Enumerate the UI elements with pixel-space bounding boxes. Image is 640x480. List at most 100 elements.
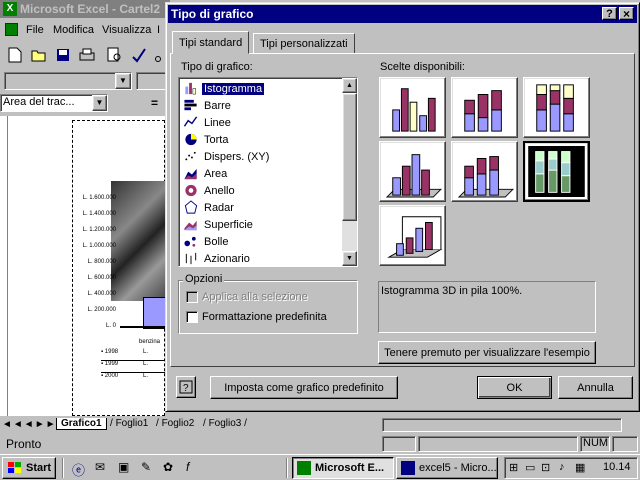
chart-type-item[interactable]: Superficie [181, 216, 343, 233]
save-icon[interactable] [52, 44, 74, 66]
tab-tipi-standard[interactable]: Tipi standard [172, 31, 250, 54]
chart-subtype-option[interactable] [379, 205, 446, 266]
ie-icon[interactable]: ⓔ [72, 460, 85, 479]
help-assistant-icon: ? [179, 380, 193, 394]
checkbox-box[interactable] [186, 311, 198, 323]
help-button[interactable]: ? [602, 7, 617, 20]
preview-button[interactable]: Tenere premuto per visualizzare l'esempi… [378, 341, 596, 364]
chart-type-item[interactable]: Dispers. (XY) [181, 148, 343, 165]
chart-type-list[interactable]: Istogramma Barre Linee Torta Dispers. (XY) Ar… [178, 77, 358, 267]
name-box[interactable]: Area del trac... ▼ [0, 94, 108, 112]
chart-subtype-preview [464, 90, 502, 132]
chart-subtype-option[interactable] [379, 141, 446, 202]
tray-display-icon[interactable]: ▦ [575, 461, 585, 474]
chart-subtype-preview [385, 154, 442, 198]
chart-type-item[interactable]: Area [181, 165, 343, 182]
chart-type-item[interactable]: Barre [181, 97, 343, 114]
chart-type-icon [185, 184, 197, 197]
sheet-tab-foglio1[interactable]: / Foglio1 [110, 418, 148, 429]
chevron-down-icon[interactable]: ▼ [92, 95, 107, 111]
desktop-icon[interactable]: ▣ [118, 460, 129, 474]
sheet-tab-grafico1[interactable]: Grafico1 [56, 418, 107, 430]
script-icon[interactable]: f [186, 460, 189, 474]
ok-button[interactable]: OK [477, 376, 552, 399]
subtype-description: Istogramma 3D in pila 100%. [378, 281, 596, 333]
tray-app-icon[interactable]: ⊞ [509, 461, 518, 474]
chart-subtype-option[interactable] [523, 141, 590, 202]
svg-text:?: ? [183, 383, 189, 394]
chart-subtype-option[interactable] [451, 141, 518, 202]
spelling-icon[interactable] [128, 44, 150, 66]
chart-type-item[interactable]: Radar [181, 199, 343, 216]
chart-y-tick-label: L. 400.000 [87, 291, 116, 297]
tray-network-icon[interactable]: ⊡ [541, 461, 550, 474]
preview-icon[interactable] [104, 44, 126, 66]
chart-area[interactable]: L. 1.600.000 L. 1.400.000 L. 1.200.000 L. 1… [72, 120, 166, 416]
list-scrollbar[interactable]: ▲ ▼ [342, 78, 357, 266]
scroll-thumb[interactable] [342, 93, 357, 221]
scroll-down-icon[interactable]: ▼ [342, 251, 357, 266]
dialog-titlebar[interactable]: Tipo di grafico [168, 5, 637, 23]
chart-bar[interactable] [143, 297, 166, 329]
excel-title: Microsoft Excel - Cartel2 [20, 2, 161, 16]
task-excel[interactable]: Microsoft E... [292, 457, 394, 479]
menu-file[interactable]: File [26, 24, 44, 36]
chart-sheet[interactable]: L. 1.600.000 L. 1.400.000 L. 1.200.000 L. 1… [0, 116, 166, 416]
chart-type-item[interactable]: Linee [181, 114, 343, 131]
menu-visualizza[interactable]: Visualizza [102, 24, 151, 36]
chart-subtype-option[interactable] [523, 77, 590, 138]
default-format-checkbox[interactable]: Formattazione predefinita [186, 311, 327, 323]
cancel-button[interactable]: Annulla [558, 376, 633, 399]
clock[interactable]: 10.14 [603, 461, 631, 473]
print-icon[interactable] [76, 44, 98, 66]
chart-subtype-option[interactable] [451, 77, 518, 138]
sheet-tab-bar: ◄◄◄►► Grafico1 / Foglio1 / Foglio2 / Fog… [0, 418, 380, 432]
chart-type-label: Barre [204, 99, 231, 112]
chart-subtype-option[interactable] [379, 77, 446, 138]
tray-monitor-icon[interactable]: ▭ [525, 461, 535, 474]
font-combo[interactable]: ▼ [4, 72, 132, 90]
chart-type-item[interactable]: Azionario [181, 250, 343, 266]
channels-icon[interactable]: ✎ [141, 460, 151, 474]
chart-type-icon [185, 133, 197, 146]
sheet-tab-foglio2[interactable]: / Foglio2 [156, 418, 194, 429]
office-assistant-button[interactable]: ? [176, 376, 196, 398]
sheet-tab-foglio3[interactable]: / Foglio3 / [203, 418, 247, 429]
chevron-down-icon[interactable]: ▼ [115, 73, 131, 89]
close-button[interactable]: × [619, 7, 634, 21]
chart-type-label: Radar [204, 201, 234, 214]
chart-type-icon [184, 99, 197, 111]
chart-type-label: Bolle [204, 235, 229, 248]
tab-scroll-icon[interactable]: ◄◄◄►► [2, 419, 57, 430]
task-word[interactable]: excel5 - Micro... [396, 457, 498, 479]
chart-subtype-preview [392, 88, 436, 132]
scroll-up-icon[interactable]: ▲ [342, 78, 357, 93]
apply-to-selection-checkbox[interactable]: Applica alla selezione [186, 291, 308, 303]
excel-titlebar[interactable]: X Microsoft Excel - Cartel2 [0, 0, 170, 18]
description-text: Istogramma 3D in pila 100%. [381, 285, 523, 297]
menu-inserisci[interactable]: I [157, 24, 160, 36]
doc-icon[interactable] [5, 23, 18, 36]
equals-icon[interactable]: = [151, 96, 158, 110]
media-icon[interactable]: ✿ [163, 460, 173, 474]
set-default-chart-button[interactable]: Imposta come grafico predefinito [210, 376, 398, 399]
start-button[interactable]: Start [2, 457, 56, 479]
menu-modifica[interactable]: Modifica [53, 24, 94, 36]
chart-type-item[interactable]: Anello [181, 182, 343, 199]
outlook-icon[interactable]: ✉ [95, 460, 105, 474]
chart-type-label: Istogramma [202, 82, 265, 95]
horizontal-scrollbar[interactable] [382, 418, 622, 432]
chart-type-item[interactable]: Istogramma [181, 80, 343, 97]
new-icon[interactable] [4, 44, 26, 66]
chart-type-item[interactable]: Bolle [181, 233, 343, 250]
chart-type-icon [183, 116, 198, 127]
start-label: Start [26, 462, 52, 474]
open-icon[interactable] [28, 44, 50, 66]
checkbox-box[interactable] [186, 291, 198, 303]
tab-tipi-personalizzati[interactable]: Tipi personalizzati [253, 33, 355, 54]
chart-type-item[interactable]: Torta [181, 131, 343, 148]
button-label: OK [506, 381, 523, 394]
size-combo[interactable] [136, 72, 166, 90]
tray-volume-icon[interactable]: ♪ [559, 461, 565, 473]
chart-type-icon [184, 200, 198, 214]
